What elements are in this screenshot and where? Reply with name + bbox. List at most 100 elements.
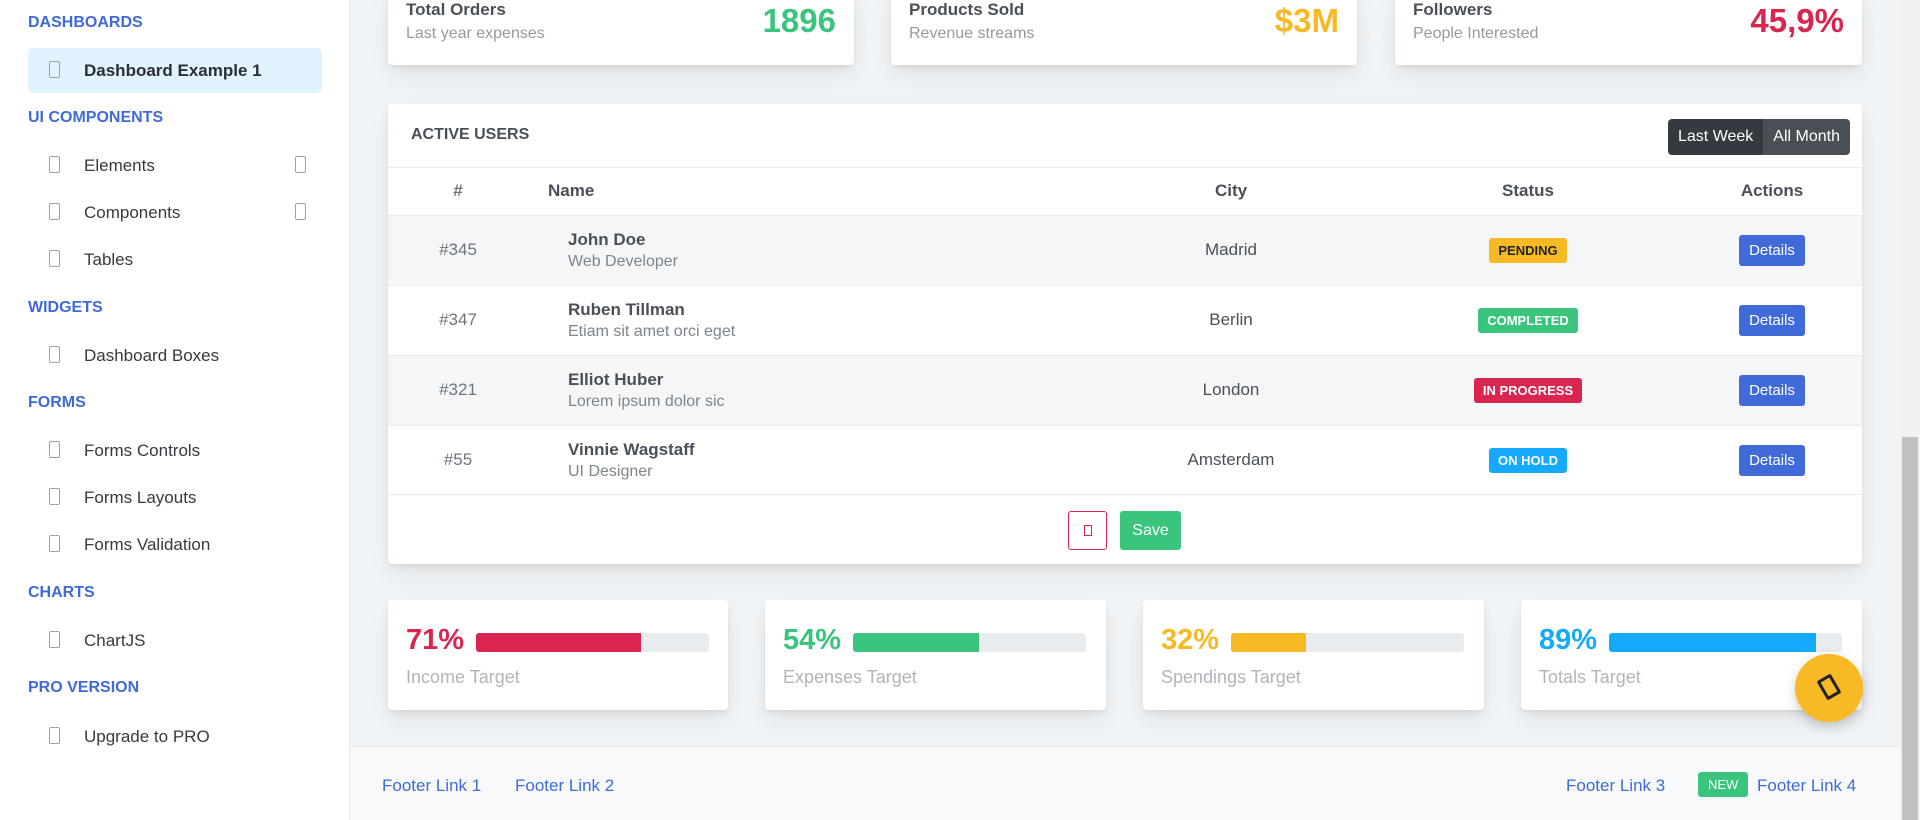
user-name: Ruben Tillman xyxy=(568,299,685,319)
sidebar-item-dashboard-example-1[interactable]: Dashboard Example 1 xyxy=(28,48,322,93)
user-name: Elliot Huber xyxy=(568,369,664,389)
widget-subheading: Last year expenses xyxy=(406,25,545,42)
widget-number: 45,9% xyxy=(1750,2,1844,39)
table-row: #345 John Doe Web Developer Madrid Pendi… xyxy=(388,214,1862,285)
table-header-row: # Name City Status Actions xyxy=(388,168,1862,215)
progress-bar xyxy=(1609,633,1842,652)
sidebar-item-label: Forms Controls xyxy=(84,440,201,460)
status-cell: In Progress xyxy=(1374,354,1682,425)
user-name: John Doe xyxy=(568,229,646,249)
status-badge: In Progress xyxy=(1473,377,1583,403)
nav-heading-dashboards: DASHBOARDS xyxy=(28,14,143,31)
sidebar-item-chartjs[interactable]: ChartJS xyxy=(28,618,322,663)
column-header[interactable]: City xyxy=(1088,168,1374,215)
footer: Footer Link 1 Footer Link 2 Footer Link … xyxy=(350,746,1900,820)
user-city: London xyxy=(1088,354,1374,425)
new-badge: NEW xyxy=(1698,772,1749,797)
filter-last-week-button[interactable]: Last Week xyxy=(1668,119,1764,155)
box-icon xyxy=(49,346,60,363)
user-role: Lorem ipsum dolor sic xyxy=(568,392,725,410)
pendrive-icon xyxy=(49,535,60,552)
sidebar-item-components[interactable]: Components xyxy=(28,190,322,235)
column-header[interactable]: Status xyxy=(1374,168,1682,215)
user-id: #55 xyxy=(388,424,528,495)
sidebar-item-label: Forms Layouts xyxy=(84,487,197,507)
column-header[interactable]: Actions xyxy=(1682,168,1862,215)
progress-bar-fill xyxy=(1609,633,1817,652)
table-row: #55 Vinnie Wagstaff UI Designer Amsterda… xyxy=(388,424,1862,495)
user-cell: Ruben Tillman Etiam sit amet orci eget xyxy=(528,284,1088,355)
scrollbar-thumb[interactable] xyxy=(1902,437,1918,820)
card-footer: Save xyxy=(388,494,1862,564)
sidebar-item-tables[interactable]: Tables xyxy=(28,237,322,282)
nav-heading-ui-components: UI COMPONENTS xyxy=(28,109,164,126)
sidebar-item-forms-layouts[interactable]: Forms Layouts xyxy=(28,475,322,520)
period-filter-group: Last Week All Month xyxy=(1668,119,1850,155)
details-button[interactable]: Details xyxy=(1739,374,1805,406)
progress-percent: 71% xyxy=(406,624,465,656)
progress-card-spendings: 32% Spendings Target xyxy=(1143,600,1484,710)
sidebar-item-upgrade-to-pro[interactable]: Upgrade to PRO xyxy=(28,714,322,759)
sidebar-item-label: Tables xyxy=(84,249,134,269)
table-row: #321 Elliot Huber Lorem ipsum dolor sic … xyxy=(388,354,1862,425)
scrollbar[interactable] xyxy=(1900,0,1920,820)
table-row: #347 Ruben Tillman Etiam sit amet orci e… xyxy=(388,284,1862,355)
display-icon xyxy=(49,250,60,267)
footer-link-3[interactable]: Footer Link 3 xyxy=(1566,776,1665,796)
nav-heading-forms: FORMS xyxy=(28,394,86,411)
widget-subheading: People Interested xyxy=(1413,25,1539,42)
sidebar-item-dashboard-boxes[interactable]: Dashboard Boxes xyxy=(28,333,322,378)
sidebar-item-label: Components xyxy=(84,202,181,222)
filter-all-month-button[interactable]: All Month xyxy=(1763,119,1850,155)
progress-bar xyxy=(1231,633,1464,652)
details-button[interactable]: Details xyxy=(1739,444,1805,476)
details-button[interactable]: Details xyxy=(1739,304,1805,336)
user-city: Madrid xyxy=(1088,214,1374,285)
sidebar-item-forms-controls[interactable]: Forms Controls xyxy=(28,428,322,473)
sidebar-item-elements[interactable]: Elements xyxy=(28,143,322,188)
progress-caption: Spendings Target xyxy=(1161,667,1301,687)
settings-fab-button[interactable] xyxy=(1795,654,1863,722)
delete-button[interactable] xyxy=(1068,511,1107,550)
status-badge: On Hold xyxy=(1489,447,1567,473)
progress-card-expenses: 54% Expenses Target xyxy=(765,600,1106,710)
sidebar-item-label: ChartJS xyxy=(84,630,146,650)
save-button[interactable]: Save xyxy=(1120,511,1181,550)
nav-heading-charts: CHARTS xyxy=(28,584,95,601)
sidebar-item-forms-validation[interactable]: Forms Validation xyxy=(28,522,322,567)
active-users-card: Active Users Last Week All Month # Name … xyxy=(388,104,1862,564)
widget-followers: Followers People Interested 45,9% xyxy=(1395,0,1862,65)
column-header[interactable]: # xyxy=(388,168,528,215)
footer-link-1[interactable]: Footer Link 1 xyxy=(382,776,481,796)
settings-icon xyxy=(1816,673,1842,701)
status-cell: Pending xyxy=(1374,214,1682,285)
actions-cell: Details xyxy=(1682,354,1862,425)
user-city: Berlin xyxy=(1088,284,1374,355)
sidebar-item-label: Forms Validation xyxy=(84,534,211,554)
sidebar-item-label: Upgrade to PRO xyxy=(84,726,210,746)
main-content: Total Orders Last year expenses 1896 Pro… xyxy=(350,0,1900,820)
browser-icon xyxy=(49,156,60,173)
eyedropper-icon xyxy=(49,488,60,505)
status-badge: Pending xyxy=(1489,237,1567,263)
light-icon xyxy=(49,441,60,458)
status-badge: Completed xyxy=(1478,307,1578,333)
progress-percent: 54% xyxy=(783,624,842,656)
user-role: Etiam sit amet orci eget xyxy=(568,322,736,340)
details-button[interactable]: Details xyxy=(1739,234,1805,266)
sidebar-item-label: Dashboard Example 1 xyxy=(84,60,262,80)
user-id: #345 xyxy=(388,214,528,285)
sidebar: DASHBOARDS Dashboard Example 1 UI COMPON… xyxy=(0,0,350,820)
progress-percent: 89% xyxy=(1539,624,1598,656)
footer-link-4[interactable]: Footer Link 4 xyxy=(1757,776,1856,796)
user-role: UI Designer xyxy=(568,462,653,480)
status-cell: On Hold xyxy=(1374,424,1682,495)
nav-heading-widgets: WIDGETS xyxy=(28,299,103,316)
progress-bar xyxy=(476,633,709,652)
user-cell: Vinnie Wagstaff UI Designer xyxy=(528,424,1088,495)
progress-caption: Totals Target xyxy=(1539,667,1641,687)
column-header[interactable]: Name xyxy=(528,168,1088,215)
trash-icon xyxy=(1084,525,1092,536)
footer-link-2[interactable]: Footer Link 2 xyxy=(515,776,614,796)
user-role: Web Developer xyxy=(568,252,678,270)
